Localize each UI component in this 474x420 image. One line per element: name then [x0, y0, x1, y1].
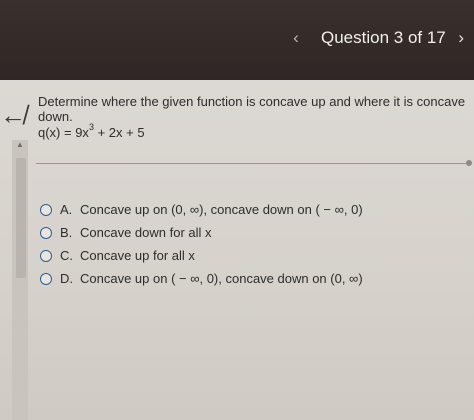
radio-icon[interactable]	[40, 249, 52, 262]
function-formula: q(x) = 9x3 + 2x + 5	[38, 122, 145, 140]
formula-rest: + 2x + 5	[93, 125, 145, 140]
option-letter: D.	[60, 271, 73, 286]
formula-lhs: q(x) = 9x	[38, 125, 89, 140]
option-b[interactable]: B. Concave down for all x	[40, 221, 470, 244]
option-letter: C.	[60, 248, 73, 263]
chevron-right-icon[interactable]: ›	[458, 28, 464, 48]
option-c[interactable]: C. Concave up for all x	[40, 244, 470, 267]
option-text: Concave up on (0, ∞), concave down on ( …	[80, 202, 363, 217]
option-a[interactable]: A. Concave up on (0, ∞), concave down on…	[40, 198, 470, 221]
scroll-up-icon[interactable]: ▲	[12, 138, 28, 152]
radio-icon[interactable]	[40, 226, 52, 239]
divider-handle	[466, 160, 472, 166]
radio-icon[interactable]	[40, 203, 52, 216]
option-letter: B.	[60, 225, 73, 240]
option-d[interactable]: D. Concave up on ( − ∞, 0), concave down…	[40, 267, 470, 290]
top-bar: ‹ Question 3 of 17 ›	[0, 0, 474, 80]
divider	[36, 163, 468, 164]
scrollbar-thumb[interactable]	[16, 158, 26, 278]
back-arrow-icon[interactable]: ↚	[0, 102, 26, 128]
answer-options: A. Concave up on (0, ∞), concave down on…	[40, 198, 470, 290]
option-text: Concave up for all x	[80, 248, 195, 263]
option-letter: A.	[60, 202, 73, 217]
option-text: Concave up on ( − ∞, 0), concave down on…	[80, 271, 363, 286]
question-navigator: ‹ Question 3 of 17 ›	[283, 22, 474, 54]
radio-icon[interactable]	[40, 272, 52, 285]
question-prompt: Determine where the given function is co…	[38, 94, 466, 124]
question-panel: ↚ ▲ Determine where the given function i…	[0, 80, 474, 420]
option-text: Concave down for all x	[80, 225, 212, 240]
chevron-left-icon[interactable]: ‹	[283, 28, 309, 48]
question-counter: Question 3 of 17	[321, 28, 446, 47]
